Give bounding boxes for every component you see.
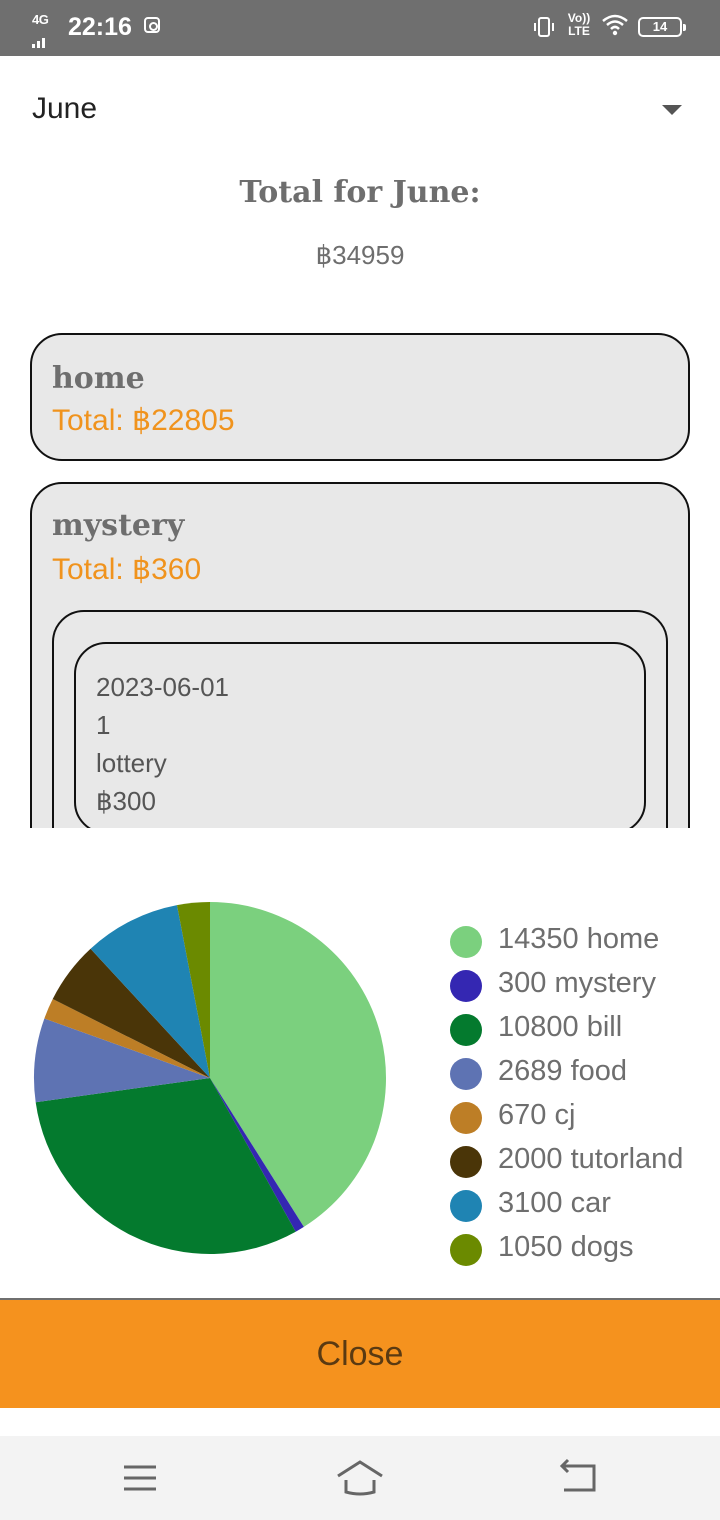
- legend-item: 3100 car: [450, 1182, 720, 1226]
- category-total: Total: ฿360: [52, 553, 202, 586]
- navigation-bar: [0, 1436, 720, 1520]
- legend-item: 10800 bill: [450, 1006, 720, 1050]
- home-icon[interactable]: [330, 1456, 390, 1500]
- transaction-amount: ฿300: [96, 786, 156, 816]
- legend-item: 1050 dogs: [450, 1226, 720, 1270]
- legend-label: 1050 dogs: [498, 1231, 634, 1263]
- chart-panel: 14350 home 300 mystery 10800 bill 2689 food…: [0, 828, 720, 1298]
- legend-item: 2689 food: [450, 1050, 720, 1094]
- legend-label: 14350 home: [498, 923, 660, 955]
- legend-label: 2000 tutorland: [498, 1143, 684, 1175]
- vibrate-icon: [534, 17, 554, 37]
- legend-item: 14350 home: [450, 918, 720, 962]
- volte-indicator: Vo)) LTE: [567, 11, 591, 38]
- month-value: June: [32, 92, 98, 125]
- status-bar: 4G 22:16 Vo)) LTE 14: [0, 0, 720, 56]
- close-button[interactable]: Close: [0, 1300, 720, 1408]
- legend-item: 670 cj: [450, 1094, 720, 1138]
- legend-swatch: [450, 1014, 482, 1046]
- status-time: 22:16: [68, 13, 132, 41]
- legend-swatch: [450, 1058, 482, 1090]
- summary-amount: ฿34959: [315, 240, 405, 270]
- menu-icon[interactable]: [110, 1456, 170, 1500]
- signal-icon: 4G: [32, 12, 54, 48]
- pie-chart: [34, 902, 387, 1254]
- summary-title: Total for June:: [239, 175, 481, 210]
- category-name: home: [52, 361, 145, 396]
- legend-swatch: [450, 1234, 482, 1266]
- legend-label: 300 mystery: [498, 967, 656, 999]
- battery-icon: 14: [638, 17, 686, 37]
- legend-swatch: [450, 926, 482, 958]
- legend-label: 10800 bill: [498, 1011, 623, 1043]
- wifi-icon: [602, 14, 628, 36]
- chevron-down-icon: [662, 105, 682, 115]
- legend-swatch: [450, 1190, 482, 1222]
- legend-item: 300 mystery: [450, 962, 720, 1006]
- back-icon[interactable]: [548, 1456, 608, 1500]
- legend-label: 670 cj: [498, 1099, 576, 1131]
- transaction-description: lottery: [96, 748, 167, 778]
- legend-swatch: [450, 1102, 482, 1134]
- legend-swatch: [450, 970, 482, 1002]
- legend-swatch: [450, 1146, 482, 1178]
- category-total: Total: ฿22805: [52, 404, 235, 437]
- transaction-id: 1: [96, 710, 111, 740]
- transaction-item[interactable]: 2023-06-01 1 lottery ฿300: [74, 642, 646, 834]
- legend-label: 3100 car: [498, 1187, 611, 1219]
- legend-item: 2000 tutorland: [450, 1138, 720, 1182]
- month-dropdown[interactable]: June: [0, 56, 720, 166]
- category-name: mystery: [52, 508, 185, 543]
- instagram-icon: [144, 17, 160, 33]
- legend-label: 2689 food: [498, 1055, 628, 1087]
- network-type: 4G: [32, 12, 49, 27]
- category-card[interactable]: home Total: ฿22805: [30, 333, 690, 461]
- transaction-date: 2023-06-01: [96, 672, 229, 702]
